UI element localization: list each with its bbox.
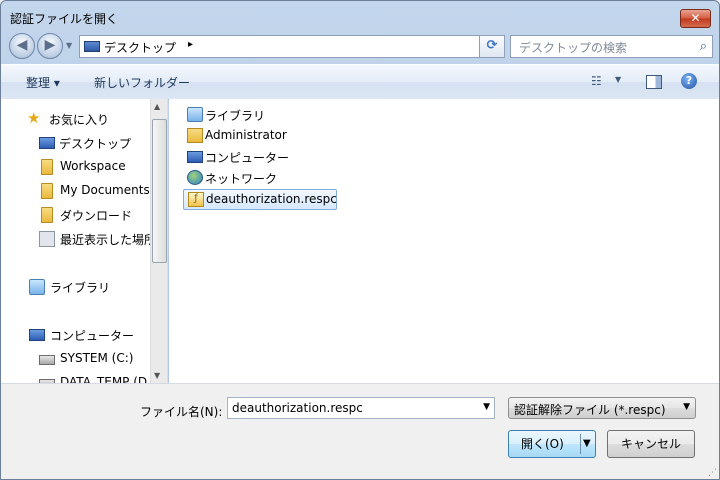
file-type-value: 認証解除ファイル (*.respc) <box>514 403 666 417</box>
respc-file-icon: ƒ <box>188 192 204 207</box>
library-icon <box>29 279 45 295</box>
open-button[interactable]: 開く(O) ▼ <box>508 430 596 458</box>
desktop-icon <box>84 41 100 52</box>
window-title: 認証ファイルを開く <box>10 12 119 26</box>
tree-item-label: DATA_TEMP (D <box>60 375 148 383</box>
file-item-label: ネットワーク <box>205 172 278 186</box>
title-bar: 認証ファイルを開く ✕ <box>1 1 719 31</box>
library-icon <box>187 107 203 122</box>
tree-item-label: Workspace <box>60 159 126 173</box>
tree-item-label: ダウンロード <box>60 209 133 223</box>
new-folder-button[interactable]: 新しいフォルダー <box>94 74 190 91</box>
tree-item-label: SYSTEM (C:) <box>60 351 134 365</box>
download-folder-icon <box>41 207 53 223</box>
tree-item-label: デスクトップ <box>59 137 132 151</box>
computer-icon <box>187 151 203 163</box>
help-button[interactable]: ? <box>681 73 697 89</box>
address-segment-desktop[interactable]: デスクトップ <box>104 39 176 56</box>
views-icon: ☷ <box>591 74 602 88</box>
drive-icon <box>39 355 55 365</box>
chevron-down-icon[interactable]: ▼ <box>483 402 490 412</box>
network-icon <box>187 170 203 185</box>
file-type-select[interactable]: 認証解除ファイル (*.respc) ▼ <box>508 397 696 419</box>
tree-item-label: ライブラリ <box>50 281 111 295</box>
open-button-label: 開く(O) <box>521 437 564 451</box>
file-list: ライブラリ Administrator コンピューター ネットワーク ƒ dea… <box>169 99 719 383</box>
filename-value[interactable]: deauthorization.respc <box>232 401 363 415</box>
folder-icon <box>41 183 53 199</box>
back-button[interactable]: ◀ <box>9 33 35 59</box>
search-placeholder: デスクトップの検索 <box>519 41 628 55</box>
navigation-bar: ◀ ▶ ▼ デスクトップ ▸ ▼ ⟳ デスクトップの検索 ⌕ <box>1 31 719 61</box>
recent-locations-dropdown[interactable]: ▼ <box>66 41 72 50</box>
navigation-pane: ★ お気に入り デスクトップ Workspace My Documents ダウ… <box>1 99 168 383</box>
dialog-footer: ファイル名(N): deauthorization.respc ▼ 認証解除ファ… <box>1 383 719 479</box>
breadcrumb-arrow-icon[interactable]: ▸ <box>188 39 193 50</box>
tree-item-label: My Documents <box>60 183 150 197</box>
folder-icon <box>41 159 53 175</box>
organize-button[interactable]: 整理 ▾ <box>26 74 60 91</box>
user-folder-icon <box>187 128 203 143</box>
command-bar: 整理 ▾ 新しいフォルダー ☷ ▼ ? <box>1 64 719 100</box>
file-item-label: Administrator <box>205 128 287 142</box>
filename-field[interactable]: deauthorization.respc ▼ <box>227 397 495 419</box>
tree-item-label: 最近表示した場所 <box>60 233 157 247</box>
file-item-deauthorization-respc[interactable]: ƒ deauthorization.respc <box>183 189 337 210</box>
tree-scrollbar[interactable]: ▲ ▼ <box>150 99 167 383</box>
filename-label: ファイル名(N): <box>140 405 223 419</box>
open-file-dialog: 認証ファイルを開く ✕ ◀ ▶ ▼ デスクトップ ▸ ▼ ⟳ デスクトップの検索… <box>0 0 720 480</box>
cancel-button[interactable]: キャンセル <box>607 430 695 458</box>
address-bar[interactable]: デスクトップ ▸ ▼ <box>79 35 505 58</box>
star-icon: ★ <box>27 109 41 127</box>
search-input[interactable]: デスクトップの検索 ⌕ <box>510 35 713 58</box>
file-item-label: ライブラリ <box>205 109 266 123</box>
scroll-down-icon[interactable]: ▼ <box>154 371 160 380</box>
recent-places-icon <box>39 231 55 247</box>
scroll-up-icon[interactable]: ▲ <box>154 102 160 111</box>
refresh-button[interactable]: ⟳ <box>479 35 505 58</box>
tree-item-label: コンピューター <box>50 329 135 343</box>
preview-pane-button[interactable] <box>646 75 662 89</box>
resize-grip-icon[interactable]: ⋰ <box>708 468 717 478</box>
open-options-dropdown[interactable]: ▼ <box>583 431 591 457</box>
change-view-button[interactable]: ☷ ▼ <box>589 73 627 91</box>
forward-button[interactable]: ▶ <box>37 33 63 59</box>
split-divider <box>580 434 581 454</box>
chevron-down-icon[interactable]: ▼ <box>615 75 621 84</box>
close-button[interactable]: ✕ <box>680 9 711 28</box>
file-item-label: deauthorization.respc <box>206 192 337 206</box>
tree-item-label: お気に入り <box>49 113 110 127</box>
computer-icon <box>29 329 45 341</box>
chevron-down-icon[interactable]: ▼ <box>683 402 690 412</box>
search-icon[interactable]: ⌕ <box>700 39 707 54</box>
file-item-label: コンピューター <box>205 151 290 165</box>
desktop-icon <box>39 137 55 149</box>
scrollbar-thumb[interactable] <box>152 119 167 263</box>
